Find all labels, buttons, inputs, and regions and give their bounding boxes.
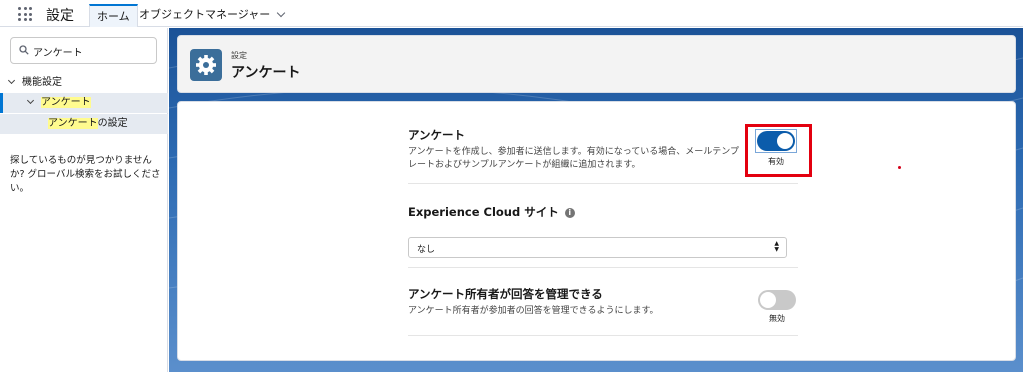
setting-title-row: Experience Cloud サイト i: [408, 204, 798, 220]
tab-object-manager[interactable]: オブジェクトマネージャー: [132, 4, 291, 27]
no-results-help-text: 探しているものが見つかりませんか? グローバル検索をお試しください。: [10, 155, 161, 194]
annotation-dot: [898, 166, 901, 169]
page-title: アンケート: [231, 65, 301, 81]
select-arrows-icon: ▲ ▼: [774, 240, 779, 253]
quick-find-input[interactable]: [33, 42, 151, 60]
tree-item-label: 機能設定: [22, 77, 62, 88]
page-header: 設定 アンケート: [177, 35, 1016, 93]
setting-owner-manage-responses: アンケート所有者が回答を管理できる アンケート所有者が参加者の回答を管理できるよ…: [408, 286, 798, 336]
select-value: なし: [417, 245, 436, 255]
search-highlight: アンケート: [48, 118, 98, 129]
chevron-down-icon[interactable]: [7, 76, 16, 85]
quick-find-box[interactable]: [10, 37, 157, 64]
main-content: 設定 アンケート アンケート アンケートを作成し、参加者に送信します。有効になっ…: [169, 28, 1023, 372]
annotation-highlight-box: [745, 124, 812, 177]
tree-item-label-suffix: の設定: [97, 118, 128, 129]
info-icon[interactable]: i: [564, 208, 575, 218]
setting-experience-cloud: Experience Cloud サイト i なし ▲ ▼: [408, 204, 798, 268]
chevron-down-icon[interactable]: [26, 96, 35, 105]
gear-icon: [190, 49, 222, 81]
setting-description: アンケート所有者が参加者の回答を管理できるようにします。: [408, 306, 659, 316]
setup-sidebar: 機能設定 アンケート アンケートの設定 探しているものが見つかりませんか? グロ…: [0, 28, 168, 372]
setting-description: アンケートを作成し、参加者に送信します。有効になっている場合、メールテンプレート…: [408, 147, 740, 170]
tree-item-feature-settings[interactable]: 機能設定: [0, 73, 168, 93]
search-icon: [19, 45, 29, 55]
toggle-knob: [760, 292, 776, 308]
tree-item-label: アンケート: [41, 97, 91, 108]
app-launcher-icon[interactable]: [18, 7, 32, 21]
breadcrumb: 設定: [231, 51, 247, 60]
toggle-state-label: 無効: [769, 314, 785, 323]
experience-cloud-site-select[interactable]: なし ▲ ▼: [408, 237, 787, 258]
setting-title: アンケート: [408, 128, 466, 142]
global-header: 設定 ホーム オブジェクトマネージャー: [0, 0, 1023, 27]
owner-manage-toggle[interactable]: [758, 290, 796, 310]
tab-object-manager-label: オブジェクトマネージャー: [139, 8, 271, 21]
tab-home[interactable]: ホーム: [89, 4, 138, 27]
app-name: 設定: [46, 8, 74, 24]
setting-title: アンケート所有者が回答を管理できる: [408, 287, 603, 301]
settings-card: アンケート アンケートを作成し、参加者に送信します。有効になっている場合、メール…: [177, 101, 1016, 361]
tree-item-survey[interactable]: アンケート: [0, 93, 168, 113]
tree-item-survey-settings[interactable]: アンケートの設定: [0, 114, 168, 134]
chevron-down-icon[interactable]: [276, 8, 286, 18]
setting-title: Experience Cloud サイト: [408, 205, 559, 219]
setting-surveys: アンケート アンケートを作成し、参加者に送信します。有効になっている場合、メール…: [408, 127, 798, 184]
